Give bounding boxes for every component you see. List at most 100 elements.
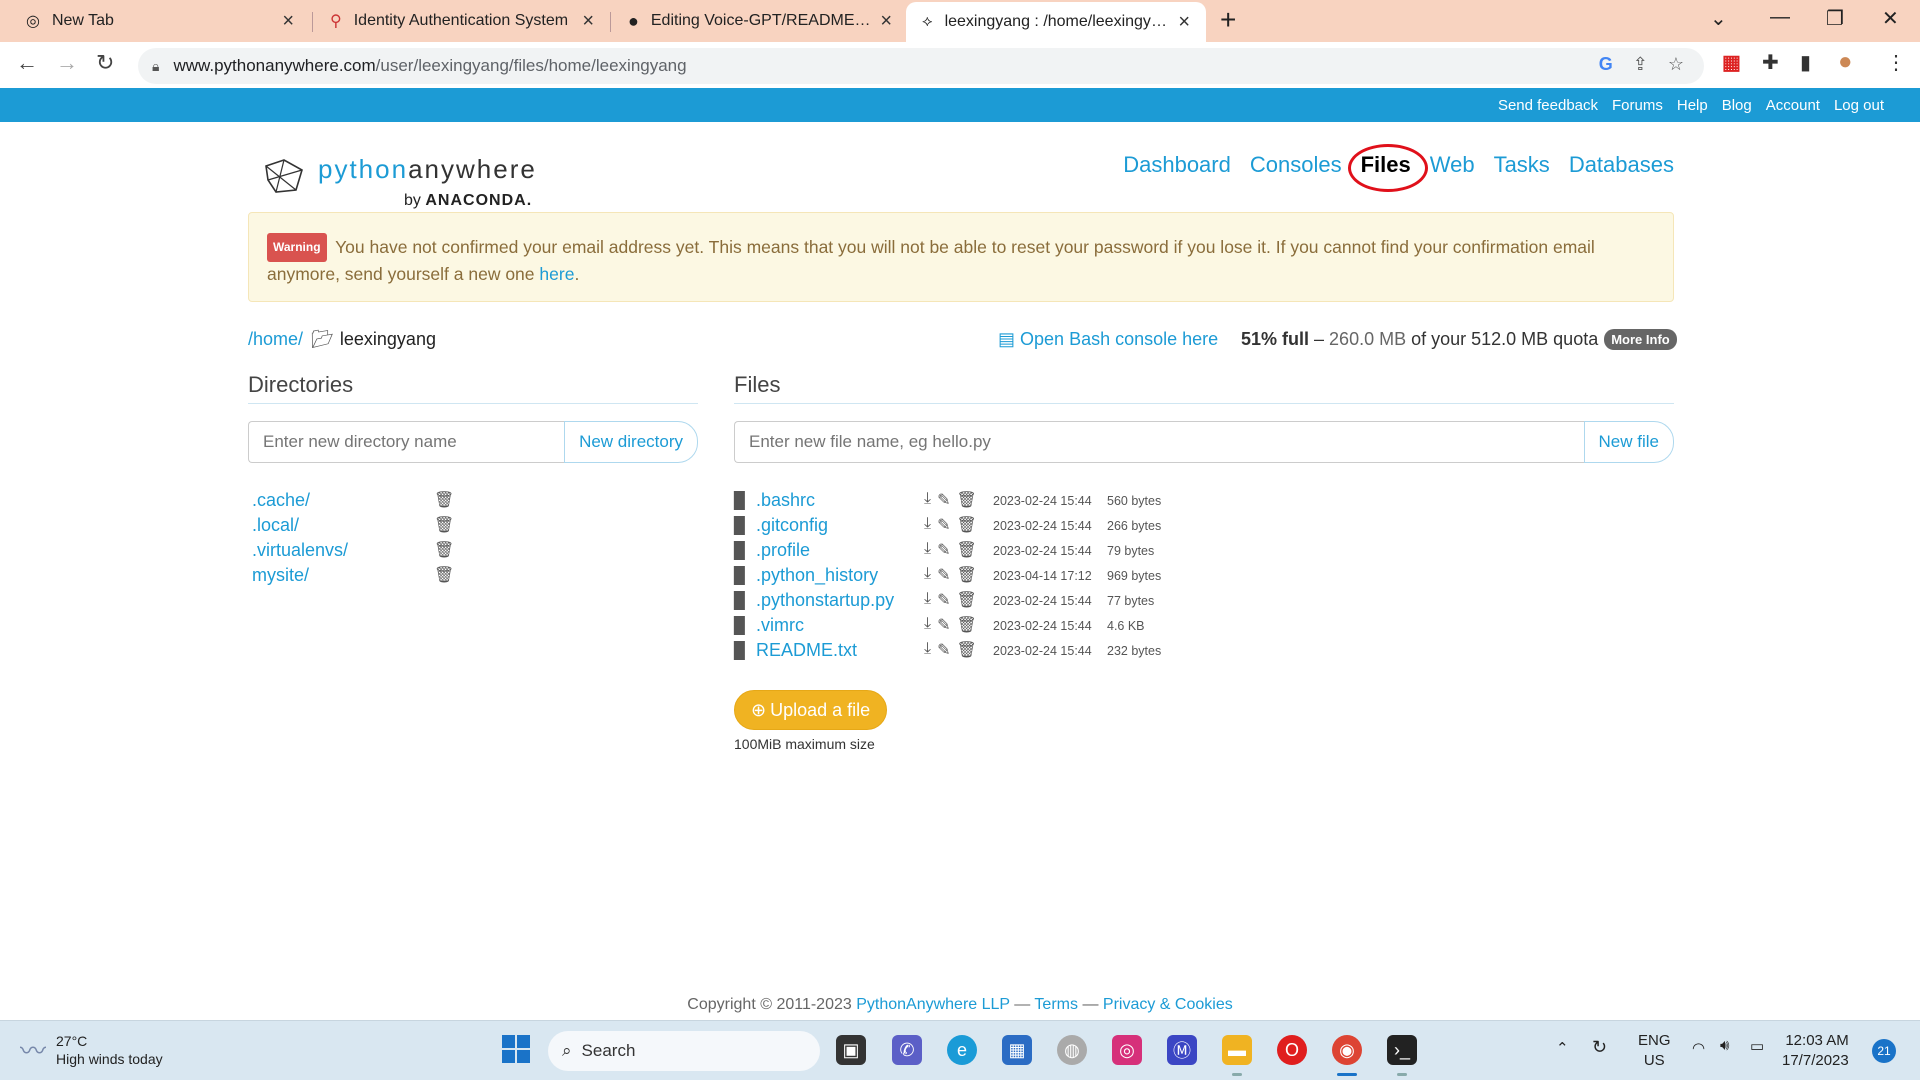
blog-link[interactable]: Blog bbox=[1722, 97, 1752, 114]
close-icon[interactable]: × bbox=[880, 10, 892, 33]
app-circle-icon[interactable]: ◍ bbox=[1057, 1035, 1087, 1065]
edit-icon[interactable]: ✎ bbox=[937, 590, 950, 610]
trash-icon[interactable]: 🗑︎ bbox=[956, 565, 976, 585]
new-file-input[interactable] bbox=[734, 421, 1584, 463]
directory-link[interactable]: .local/ bbox=[252, 515, 299, 535]
account-link[interactable]: Account bbox=[1766, 97, 1820, 114]
trash-icon[interactable]: 🗑︎ bbox=[956, 615, 976, 635]
reload-icon[interactable]: ↻ bbox=[96, 50, 114, 76]
nav-dashboard[interactable]: Dashboard bbox=[1123, 152, 1231, 178]
file-link[interactable]: .profile bbox=[756, 540, 810, 561]
company-link[interactable]: PythonAnywhere LLP bbox=[856, 996, 1010, 1013]
back-icon[interactable]: ← bbox=[16, 50, 38, 76]
trash-icon[interactable]: 🗑︎ bbox=[956, 590, 976, 610]
side-panel-icon[interactable]: ▮ bbox=[1800, 50, 1811, 75]
trash-icon[interactable]: 🗑︎ bbox=[434, 565, 454, 585]
send-feedback-link[interactable]: Send feedback bbox=[1498, 97, 1598, 114]
minimize-icon[interactable]: — bbox=[1770, 6, 1790, 29]
download-icon[interactable]: ⤓ bbox=[924, 640, 931, 660]
weather-widget[interactable]: 〰 27°C High winds today bbox=[20, 1031, 163, 1068]
google-icon[interactable]: G bbox=[1599, 54, 1613, 75]
kebab-menu-icon[interactable]: ⋮ bbox=[1886, 50, 1906, 75]
language-indicator[interactable]: ENG US bbox=[1638, 1031, 1671, 1071]
nav-consoles[interactable]: Consoles bbox=[1250, 152, 1342, 178]
more-info-button[interactable]: More Info bbox=[1604, 329, 1677, 350]
new-directory-input[interactable] bbox=[248, 421, 565, 463]
tab-pythonanywhere[interactable]: ⟡ leexingyang : /home/leexingyang × bbox=[906, 2, 1206, 42]
volume-icon[interactable]: 🔊︎ bbox=[1720, 1037, 1729, 1054]
resend-confirmation-link[interactable]: here bbox=[539, 264, 574, 284]
chrome-taskbar-icon[interactable]: ◉ bbox=[1332, 1035, 1362, 1065]
privacy-link[interactable]: Privacy & Cookies bbox=[1103, 996, 1233, 1013]
help-link[interactable]: Help bbox=[1677, 97, 1708, 114]
address-bar[interactable]: 🔒︎ www.pythonanywhere.com/user/leexingya… bbox=[138, 48, 1704, 84]
download-icon[interactable]: ⤓ bbox=[924, 515, 931, 535]
instagram-icon[interactable]: ◎ bbox=[1112, 1035, 1142, 1065]
close-icon[interactable]: × bbox=[582, 10, 594, 33]
breadcrumb-home[interactable]: /home/ bbox=[248, 329, 303, 350]
new-directory-button[interactable]: New directory bbox=[564, 421, 698, 463]
nav-databases[interactable]: Databases bbox=[1569, 152, 1674, 178]
file-link[interactable]: README.txt bbox=[756, 640, 857, 661]
nav-files[interactable]: Files bbox=[1347, 144, 1428, 192]
open-bash-console-link[interactable]: ▤ Open Bash console here bbox=[998, 329, 1218, 350]
edit-icon[interactable]: ✎ bbox=[937, 490, 950, 510]
file-explorer-icon[interactable]: ▬ bbox=[1222, 1035, 1252, 1065]
download-icon[interactable]: ⤓ bbox=[924, 615, 931, 635]
extension-red-icon[interactable]: ▦ bbox=[1722, 50, 1741, 75]
directory-link[interactable]: .virtualenvs/ bbox=[252, 540, 348, 560]
notification-badge[interactable]: 21 bbox=[1872, 1039, 1896, 1063]
close-icon[interactable]: × bbox=[282, 10, 294, 33]
trash-icon[interactable]: 🗑︎ bbox=[434, 490, 454, 510]
tab-github-readme[interactable]: ● Editing Voice-GPT/README.md a × bbox=[612, 0, 908, 42]
teams-icon[interactable]: ✆ bbox=[892, 1035, 922, 1065]
trash-icon[interactable]: 🗑︎ bbox=[956, 490, 976, 510]
forward-icon[interactable]: → bbox=[56, 50, 78, 76]
task-view-icon[interactable]: ▣ bbox=[836, 1035, 866, 1065]
sync-icon[interactable]: ↻ bbox=[1592, 1037, 1607, 1058]
wifi-icon[interactable]: ◠ bbox=[1692, 1039, 1705, 1057]
profile-avatar[interactable]: ● bbox=[1838, 48, 1853, 76]
edit-icon[interactable]: ✎ bbox=[937, 565, 950, 585]
edge-icon[interactable]: e bbox=[947, 1035, 977, 1065]
trash-icon[interactable]: 🗑︎ bbox=[434, 515, 454, 535]
terms-link[interactable]: Terms bbox=[1034, 996, 1078, 1013]
file-link[interactable]: .vimrc bbox=[756, 615, 804, 636]
puzzle-extensions-icon[interactable]: ✚ bbox=[1762, 50, 1779, 75]
edit-icon[interactable]: ✎ bbox=[937, 540, 950, 560]
tab-search-chevron-icon[interactable]: ⌄ bbox=[1710, 6, 1727, 31]
file-link[interactable]: .gitconfig bbox=[756, 515, 828, 536]
file-link[interactable]: .pythonstartup.py bbox=[756, 590, 894, 611]
download-icon[interactable]: ⤓ bbox=[924, 540, 931, 560]
new-tab-button[interactable]: + bbox=[1220, 4, 1236, 36]
download-icon[interactable]: ⤓ bbox=[924, 590, 931, 610]
trash-icon[interactable]: 🗑︎ bbox=[956, 540, 976, 560]
tab-new-tab[interactable]: ◎ New Tab × bbox=[10, 0, 310, 42]
tab-identity-auth[interactable]: ⚲ Identity Authentication System × bbox=[314, 0, 610, 42]
download-icon[interactable]: ⤓ bbox=[924, 490, 931, 510]
opera-icon[interactable]: O bbox=[1277, 1035, 1307, 1065]
new-file-button[interactable]: New file bbox=[1583, 421, 1674, 463]
edit-icon[interactable]: ✎ bbox=[937, 640, 950, 660]
upload-file-button[interactable]: ⊕ Upload a file bbox=[734, 690, 888, 730]
bookmark-star-icon[interactable]: ☆ bbox=[1668, 54, 1684, 75]
file-link[interactable]: .python_history bbox=[756, 565, 878, 586]
nav-web[interactable]: Web bbox=[1430, 152, 1475, 178]
store-icon[interactable]: ▦ bbox=[1002, 1035, 1032, 1065]
close-icon[interactable]: × bbox=[1178, 11, 1190, 34]
directory-link[interactable]: .cache/ bbox=[252, 490, 310, 510]
tray-chevron-up-icon[interactable]: ⌃ bbox=[1556, 1039, 1569, 1057]
trash-icon[interactable]: 🗑︎ bbox=[956, 640, 976, 660]
file-link[interactable]: .bashrc bbox=[756, 490, 815, 511]
share-icon[interactable]: ⇪ bbox=[1633, 54, 1648, 75]
nav-tasks[interactable]: Tasks bbox=[1494, 152, 1550, 178]
lock-icon[interactable]: 🔒︎ bbox=[152, 58, 159, 75]
download-icon[interactable]: ⤓ bbox=[924, 565, 931, 585]
battery-icon[interactable]: ▭ bbox=[1750, 1037, 1764, 1055]
system-clock[interactable]: 12:03 AM 17/7/2023 bbox=[1782, 1031, 1849, 1071]
pythonanywhere-logo[interactable]: pythonanywhere by ANACONDA. bbox=[262, 154, 537, 209]
trash-icon[interactable]: 🗑︎ bbox=[434, 540, 454, 560]
window-close-icon[interactable]: ✕ bbox=[1882, 6, 1899, 31]
edit-icon[interactable]: ✎ bbox=[937, 615, 950, 635]
edit-icon[interactable]: ✎ bbox=[937, 515, 950, 535]
